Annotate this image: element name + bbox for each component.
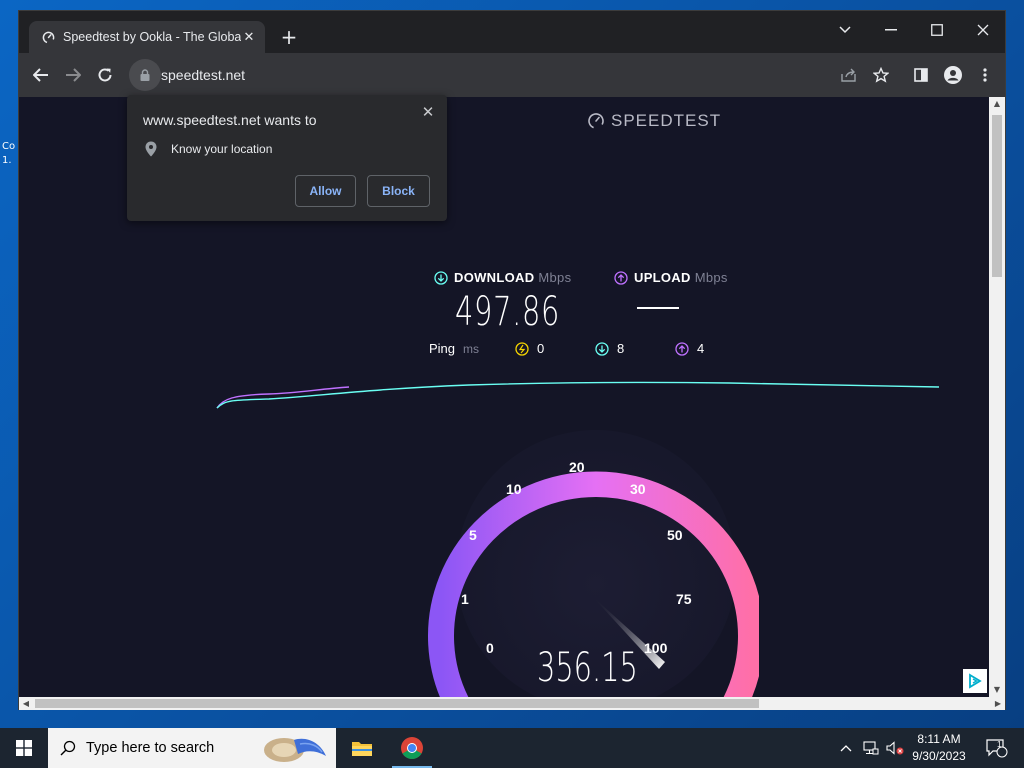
side-panel-icon[interactable] [907,61,935,89]
volume-muted-icon[interactable] [884,728,906,768]
download-value: 497.86 [455,289,561,335]
gauge-tick: 0 [486,640,494,656]
gauge-tick: 1 [461,591,469,607]
file-explorer-icon[interactable] [338,728,386,768]
ping-download: 8 [595,341,624,356]
speedtest-logo[interactable]: SPEEDTEST [587,111,721,131]
back-arrow-icon[interactable] [27,61,55,89]
gauge-tick: 30 [630,481,646,497]
upload-label: UPLOAD Mbps [614,270,728,285]
lock-icon[interactable] [129,59,161,91]
tray-overflow-chevron-icon[interactable] [836,728,856,768]
maximize-icon[interactable] [914,15,960,45]
idle-latency-icon [515,341,529,356]
search-highlight-illustration-icon [264,738,326,762]
vertical-scroll-thumb [992,115,1002,277]
bookmark-star-icon[interactable] [867,61,895,89]
tab-strip: Speedtest by Ookla - The Global ✕ + [19,11,1005,53]
tab-close-icon[interactable]: ✕ [241,30,257,45]
profile-icon[interactable] [939,61,967,89]
start-windows-icon[interactable] [0,728,48,768]
scroll-up-icon: ▲ [993,99,1001,108]
upload-unit: Mbps [694,270,728,285]
gauge-tick: 50 [667,527,683,543]
address-bar[interactable]: speedtest.net [129,59,889,91]
horizontal-scroll-thumb [35,699,759,708]
download-latency-icon [595,341,609,356]
forward-arrow-icon[interactable] [59,61,87,89]
ping-label: Ping ms [429,341,479,356]
download-arrow-icon [434,270,448,285]
upload-arrow-icon [614,270,628,285]
ping-idle-value: 0 [537,341,545,356]
ping-upload: 4 [675,341,704,356]
notification-center-icon[interactable]: 1 [978,728,1014,768]
scroll-right-icon: ▶ [994,699,1002,708]
url-text[interactable]: speedtest.net [161,67,245,83]
clock-time: 8:11 AM [917,732,961,746]
prompt-title: www.speedtest.net wants to [143,112,317,128]
taskbar: Type here to search 8:11 AM 9/30/2023 1 [0,728,1024,768]
ping-unit: ms [463,341,480,356]
vertical-scrollbar[interactable]: ▲ ▼ [989,97,1005,697]
allow-button[interactable]: Allow [295,175,356,207]
browser-toolbar: speedtest.net [19,53,1005,97]
clock-date: 9/30/2023 [912,749,966,763]
tab-search-icon[interactable] [822,15,868,45]
new-tab-icon[interactable]: + [277,25,301,49]
upload-latency-icon [675,341,689,356]
chrome-taskbar-icon[interactable] [388,728,436,768]
request-text: Know your location [171,142,273,156]
upload-title: UPLOAD [634,270,691,285]
location-permission-prompt: www.speedtest.net wants to ✕ Know your l… [127,95,447,221]
gauge-tick: 10 [506,481,522,497]
scroll-down-icon: ▼ [993,685,1001,694]
close-window-icon[interactable] [960,15,1006,45]
gauge-tick: 100 [644,640,668,656]
block-button[interactable]: Block [367,175,430,207]
gauge-tick: 5 [469,527,477,543]
ping-idle: 0 [515,341,544,356]
taskbar-search-box[interactable]: Type here to search [48,728,336,768]
horizontal-scrollbar[interactable]: ◀ ▶ [19,697,1005,710]
ping-title: Ping [429,341,456,356]
download-unit: Mbps [538,270,572,285]
network-icon[interactable] [860,728,882,768]
tab-title: Speedtest by Ookla - The Global [63,30,241,44]
gauge-tick: 75 [676,591,692,607]
tab-speedtest[interactable]: Speedtest by Ookla - The Global ✕ [29,21,265,53]
share-icon[interactable] [835,61,863,89]
browser-window: Speedtest by Ookla - The Global ✕ + spee… [18,10,1006,710]
notification-count: 1 [997,740,1002,749]
menu-dots-icon[interactable] [971,61,999,89]
reload-icon[interactable] [91,61,119,89]
prompt-request: Know your location [145,141,272,157]
scroll-left-icon: ◀ [22,699,30,708]
system-clock[interactable]: 8:11 AM 9/30/2023 [908,731,970,765]
search-placeholder: Type here to search [86,740,215,756]
speed-graph [216,381,940,409]
brand-text: SPEEDTEST [611,111,722,130]
gauge-current-value: 356.15 [537,645,638,691]
location-pin-icon [145,141,157,157]
gauge-tick: 20 [569,459,585,475]
search-icon [60,740,76,756]
speedtest-logo-icon [588,113,604,129]
ad-choices-icon[interactable] [963,669,987,693]
ping-download-value: 8 [617,341,625,356]
download-label: DOWNLOAD Mbps [434,270,571,285]
ping-upload-value: 4 [697,341,705,356]
upload-value-placeholder [637,307,679,309]
speedtest-favicon-icon [41,30,55,44]
minimize-icon[interactable] [868,15,914,45]
close-icon[interactable]: ✕ [419,103,437,121]
download-title: DOWNLOAD [454,270,535,285]
